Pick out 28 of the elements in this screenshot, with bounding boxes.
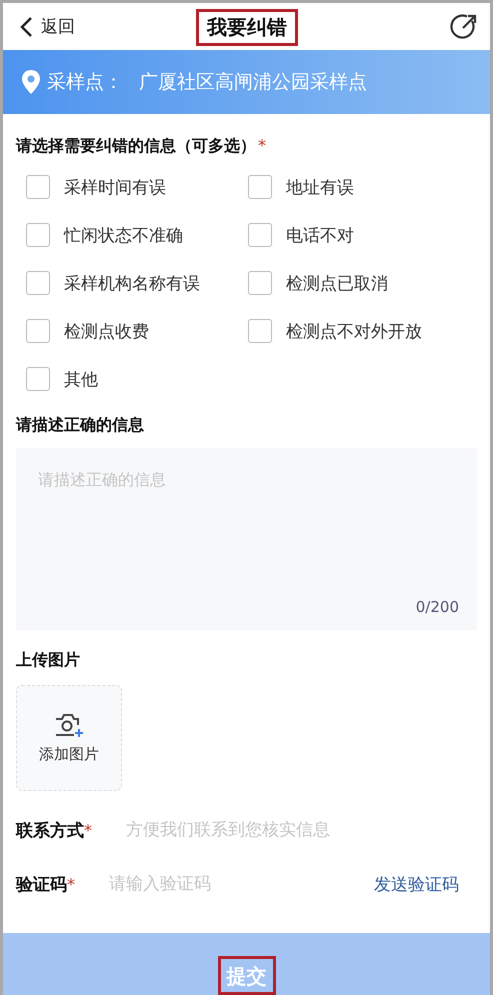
required-mark: * bbox=[84, 820, 92, 840]
option-checkbox[interactable]: 忙闲状态不准确 bbox=[26, 221, 248, 249]
option-checkbox[interactable]: 采样机构名称有误 bbox=[26, 269, 248, 297]
option-checkbox[interactable]: 其他 bbox=[26, 365, 248, 393]
location-pin-icon bbox=[21, 69, 41, 95]
section-title: 上传图片 bbox=[16, 650, 80, 671]
option-checkbox[interactable]: 采样时间有误 bbox=[26, 173, 248, 201]
site-name: 广厦社区高闸浦公园采样点 bbox=[139, 70, 367, 95]
option-checkbox[interactable]: 地址有误 bbox=[248, 173, 477, 201]
section-title: 请描述正确的信息 bbox=[16, 415, 144, 436]
option-checkbox[interactable]: 检测点不对外开放 bbox=[248, 317, 477, 345]
option-checkbox[interactable]: 检测点收费 bbox=[26, 317, 248, 345]
required-mark: * bbox=[258, 136, 266, 157]
option-checkbox[interactable]: 检测点已取消 bbox=[248, 269, 477, 297]
required-mark: * bbox=[67, 874, 75, 894]
section-title: 请选择需要纠错的信息（可多选） bbox=[16, 136, 256, 157]
share-icon[interactable] bbox=[450, 12, 478, 40]
camera-add-icon bbox=[54, 712, 84, 736]
site-label: 采样点： bbox=[47, 70, 123, 95]
char-counter: 0/200 bbox=[416, 598, 459, 616]
back-button[interactable]: 返回 bbox=[19, 15, 75, 38]
option-checkbox[interactable]: 电话不对 bbox=[248, 221, 477, 249]
field-label: 验证码 bbox=[16, 874, 67, 896]
add-photo-button[interactable]: 添加图片 bbox=[16, 685, 122, 791]
send-code-link[interactable]: 发送验证码 bbox=[374, 872, 459, 896]
back-icon bbox=[19, 16, 33, 38]
field-label: 联系方式 bbox=[16, 820, 84, 842]
page-title: 我要纠错 bbox=[196, 9, 298, 46]
